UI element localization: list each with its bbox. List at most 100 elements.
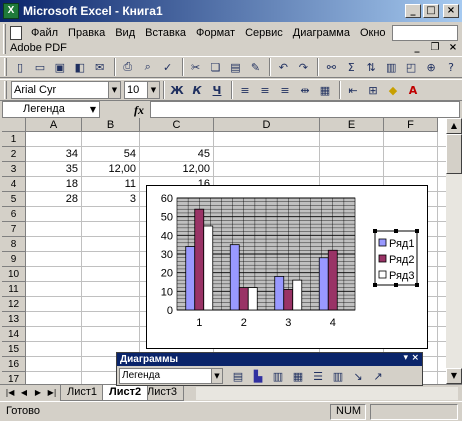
cell-a2[interactable]: 34 xyxy=(26,147,82,162)
legend-icon[interactable]: ▥ xyxy=(269,367,287,385)
paste-icon[interactable]: ▤ xyxy=(227,58,245,76)
row-header-6[interactable]: 6 xyxy=(2,207,26,222)
cell-c3[interactable]: 12,00 xyxy=(140,162,214,177)
cell-b4[interactable]: 11 xyxy=(82,177,140,192)
save-icon[interactable]: ▣ xyxy=(51,58,69,76)
cell-c2[interactable]: 45 xyxy=(140,147,214,162)
close-icon[interactable]: × xyxy=(411,353,419,363)
font-select[interactable]: Arial Cyr ▼ xyxy=(11,81,121,99)
chevron-down-icon[interactable]: ▼ xyxy=(108,82,120,98)
row-header-15[interactable]: 15 xyxy=(2,342,26,357)
italic-button[interactable]: К xyxy=(188,81,206,99)
next-sheet-icon[interactable]: ▶ xyxy=(32,387,44,399)
font-size-select[interactable]: 10 ▼ xyxy=(124,81,160,99)
cell-a5[interactable]: 28 xyxy=(26,192,82,207)
bold-button[interactable]: Ж xyxy=(168,81,186,99)
column-header-c[interactable]: C xyxy=(140,118,214,132)
doc-minimize-icon[interactable]: _ xyxy=(410,42,424,55)
currency-icon[interactable]: ▦ xyxy=(316,81,334,99)
minimize-button[interactable]: _ xyxy=(405,4,421,18)
zoom-icon[interactable]: ⊕ xyxy=(422,58,440,76)
chart-object-select[interactable]: Легенда ▼ xyxy=(119,368,223,384)
hyperlink-icon[interactable]: ⚯ xyxy=(322,58,340,76)
doc-close-icon[interactable]: × xyxy=(446,42,460,55)
new-icon[interactable]: ▯ xyxy=(11,58,29,76)
embedded-chart[interactable]: 0 10 20 30 40 50 60 1 2 3 4 Ряд1 Ряд2 Ряд3 xyxy=(146,185,428,349)
format-painter-icon[interactable]: ✎ xyxy=(246,58,264,76)
align-center-icon[interactable]: ≡ xyxy=(256,81,274,99)
underline-button[interactable]: Ч xyxy=(208,81,226,99)
scroll-down-icon[interactable]: ▼ xyxy=(446,368,462,384)
cell-b5[interactable]: 3 xyxy=(82,192,140,207)
align-right-icon[interactable]: ≡ xyxy=(276,81,294,99)
row-header-1[interactable]: 1 xyxy=(2,132,26,147)
merge-center-icon[interactable]: ⇹ xyxy=(296,81,314,99)
chart-wizard-icon[interactable]: ▥ xyxy=(382,58,400,76)
spelling-icon[interactable]: ✓ xyxy=(159,58,177,76)
borders-icon[interactable]: ⊞ xyxy=(364,81,382,99)
row-header-8[interactable]: 8 xyxy=(2,237,26,252)
by-column-icon[interactable]: ▥ xyxy=(329,367,347,385)
copy-icon[interactable]: ❏ xyxy=(207,58,225,76)
toolbar-grip[interactable] xyxy=(4,58,7,76)
horizontal-scrollbar[interactable] xyxy=(196,387,458,400)
by-row-icon[interactable]: ☰ xyxy=(309,367,327,385)
doc-restore-icon[interactable]: ❐ xyxy=(428,42,442,55)
fill-color-icon[interactable]: ◆ xyxy=(384,81,402,99)
chevron-down-icon[interactable]: ▼ xyxy=(87,102,99,117)
formula-input[interactable] xyxy=(150,101,460,118)
menu-item-5[interactable]: Сервис xyxy=(240,25,288,41)
chevron-down-icon[interactable]: ▾ xyxy=(403,353,408,363)
column-header-d[interactable]: D xyxy=(214,118,320,132)
row-header-14[interactable]: 14 xyxy=(2,327,26,342)
row-header-2[interactable]: 2 xyxy=(2,147,26,162)
permission-icon[interactable]: ◧ xyxy=(71,58,89,76)
row-header-10[interactable]: 10 xyxy=(2,267,26,282)
row-header-11[interactable]: 11 xyxy=(2,282,26,297)
cell-b2[interactable]: 54 xyxy=(82,147,140,162)
row-header-17[interactable]: 17 xyxy=(2,372,26,384)
column-header-a[interactable]: A xyxy=(26,118,82,132)
chart-toolbar-titlebar[interactable]: Диаграммы ▾ × xyxy=(117,353,422,366)
menu-item-6[interactable]: Диаграмма xyxy=(288,25,355,41)
cell-b3[interactable]: 12,00 xyxy=(82,162,140,177)
angle-text-down-icon[interactable]: ↘ xyxy=(349,367,367,385)
menu-item-3[interactable]: Вставка xyxy=(140,25,191,41)
vertical-scrollbar[interactable]: ▲ ▼ xyxy=(446,118,462,384)
cell-a4[interactable]: 18 xyxy=(26,177,82,192)
menu-item-adobe-pdf[interactable]: Adobe PDF xyxy=(7,41,70,55)
scroll-thumb[interactable] xyxy=(446,134,462,174)
menu-item-4[interactable]: Формат xyxy=(191,25,240,41)
format-legend-icon[interactable]: ▤ xyxy=(229,367,247,385)
name-box[interactable]: Легенда ▼ xyxy=(2,101,100,118)
sheet-tab-2[interactable]: Лист2 xyxy=(102,385,149,401)
row-header-4[interactable]: 4 xyxy=(2,177,26,192)
help-search-box[interactable] xyxy=(392,25,458,41)
row-header-5[interactable]: 5 xyxy=(2,192,26,207)
excel-icon[interactable]: X xyxy=(3,3,19,19)
document-icon[interactable] xyxy=(10,26,22,40)
prev-sheet-icon[interactable]: ◀ xyxy=(18,387,30,399)
email-icon[interactable]: ✉ xyxy=(91,58,109,76)
row-header-9[interactable]: 9 xyxy=(2,252,26,267)
indent-icon[interactable]: ⇤ xyxy=(344,81,362,99)
sort-icon[interactable]: ⇅ xyxy=(362,58,380,76)
row-header-12[interactable]: 12 xyxy=(2,297,26,312)
menu-grip[interactable] xyxy=(3,24,6,54)
fx-icon[interactable]: fx xyxy=(134,103,144,118)
redo-icon[interactable]: ↷ xyxy=(294,58,312,76)
autosum-icon[interactable]: Σ xyxy=(342,58,360,76)
chevron-down-icon[interactable]: ▼ xyxy=(147,82,159,98)
help-icon[interactable]: ? xyxy=(442,58,460,76)
angle-text-up-icon[interactable]: ↗ xyxy=(369,367,387,385)
select-all-corner[interactable] xyxy=(2,118,26,132)
row-header-3[interactable]: 3 xyxy=(2,162,26,177)
drawing-icon[interactable]: ◰ xyxy=(402,58,420,76)
data-table-icon[interactable]: ▦ xyxy=(289,367,307,385)
cut-icon[interactable]: ✂ xyxy=(187,58,205,76)
row-header-16[interactable]: 16 xyxy=(2,357,26,372)
chevron-down-icon[interactable]: ▼ xyxy=(211,369,222,383)
scroll-up-icon[interactable]: ▲ xyxy=(446,118,462,134)
toolbar-grip[interactable] xyxy=(4,81,7,99)
menu-item-7[interactable]: Окно xyxy=(355,25,391,41)
